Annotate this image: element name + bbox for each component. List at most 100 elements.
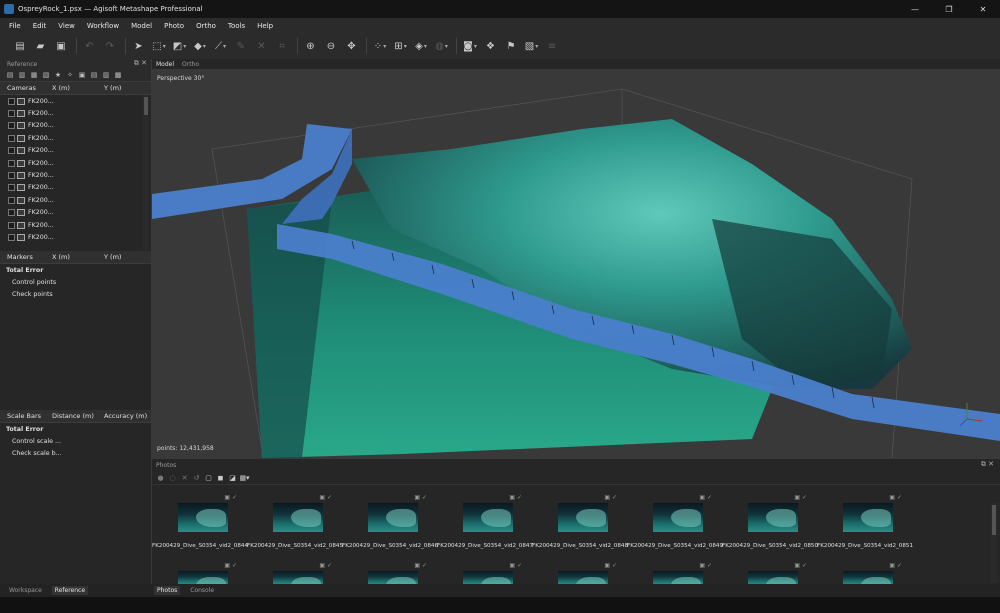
model-viewport[interactable]: Perspective 30° points: 12,431,958 (152, 69, 1000, 458)
tab-reference[interactable]: Reference (51, 586, 89, 595)
markers-column-header[interactable]: Markers (0, 253, 52, 261)
camera-checkbox[interactable] (8, 122, 15, 130)
table-row[interactable]: FK200... (0, 194, 151, 206)
scalebars-total-error[interactable]: Total Error (0, 423, 151, 435)
y-column-header[interactable]: Y (m) (104, 253, 144, 261)
scrollbar-thumb[interactable] (992, 505, 996, 535)
camera-checkbox[interactable] (8, 184, 15, 192)
menu-ortho[interactable]: Ortho (196, 22, 216, 30)
texture-icon[interactable]: ❖ (483, 38, 499, 54)
crop-icon[interactable]: ⌗ (274, 38, 290, 54)
camera-checkbox[interactable] (8, 97, 15, 105)
scrollbar-thumb[interactable] (144, 97, 148, 115)
open-icon[interactable]: ▰ (33, 38, 49, 54)
rotate-left-icon[interactable]: ↺ (192, 473, 201, 482)
cameras-scrollbar[interactable] (143, 95, 149, 251)
menu-photo[interactable]: Photo (164, 22, 184, 30)
camera-checkbox[interactable] (8, 172, 15, 180)
check-scalebars[interactable]: Check scale b... (0, 447, 151, 459)
view-mode-icon[interactable]: ▦▾ (239, 473, 249, 482)
table-row[interactable]: FK200... (0, 182, 151, 194)
close-button[interactable]: ✕ (966, 0, 1000, 18)
table-row[interactable]: FK200... (0, 169, 151, 181)
panel-float-close-icon[interactable]: ⧉ ✕ (134, 59, 147, 68)
image-icon[interactable]: ▧ (524, 38, 540, 54)
maximize-button[interactable]: ❐ (932, 0, 966, 18)
camera-checkbox[interactable] (8, 221, 15, 229)
distance-column-header[interactable]: Distance (m) (52, 412, 104, 420)
disable-icon[interactable]: ◌ (168, 473, 177, 482)
table-row[interactable]: FK200... (0, 219, 151, 231)
brush-icon[interactable]: ✎ (233, 38, 249, 54)
tab-workspace[interactable]: Workspace (6, 586, 45, 595)
table-row[interactable]: FK200... (0, 157, 151, 169)
markers-total-error[interactable]: Total Error (0, 264, 151, 276)
y-column-header[interactable]: Y (m) (104, 84, 144, 92)
table-row[interactable]: FK200... (0, 107, 151, 119)
camera-checkbox[interactable] (8, 134, 15, 142)
menu-workflow[interactable]: Workflow (87, 22, 119, 30)
accuracy-column-header[interactable]: Accuracy (m) (104, 412, 149, 420)
panel-float-close-icon[interactable]: ⧉ ✕ (981, 460, 994, 469)
masks-icon[interactable]: ◼ (216, 473, 225, 482)
tab-console[interactable]: Console (187, 586, 217, 595)
camera-checkbox[interactable] (8, 147, 15, 155)
table-icon[interactable]: ▦ (29, 71, 39, 80)
reset-icon[interactable]: ▢ (204, 473, 213, 482)
points-icon[interactable]: ⁘ (372, 38, 388, 54)
camera-checkbox[interactable] (8, 110, 15, 118)
new-icon[interactable]: ▤ (12, 38, 28, 54)
region-icon[interactable]: ◩ (172, 38, 188, 54)
view-errors-icon[interactable]: ▣ (77, 71, 87, 80)
tab-photos[interactable]: Photos (154, 586, 181, 595)
x-column-header[interactable]: X (m) (52, 84, 104, 92)
view-estimated-icon[interactable]: ▥ (101, 71, 111, 80)
control-scalebars[interactable]: Control scale ... (0, 435, 151, 447)
table-row[interactable]: FK200... (0, 207, 151, 219)
markers-control-points[interactable]: Control points (0, 276, 151, 288)
camera-icon[interactable]: ◙ (462, 38, 478, 54)
view-source-icon[interactable]: ▤ (89, 71, 99, 80)
menu-file[interactable]: File (9, 22, 21, 30)
camera-checkbox[interactable] (8, 209, 15, 217)
save-icon[interactable]: ▣ (53, 38, 69, 54)
menu-view[interactable]: View (58, 22, 75, 30)
x-column-header[interactable]: X (m) (52, 253, 104, 261)
camera-checkbox[interactable] (8, 159, 15, 167)
layers-icon[interactable]: ≡ (544, 38, 560, 54)
zoom-in-icon[interactable]: ⊕ (303, 38, 319, 54)
delete-icon[interactable]: ✕ (254, 38, 270, 54)
settings-icon[interactable]: ▩ (113, 71, 123, 80)
enable-icon[interactable]: ● (156, 473, 165, 482)
camera-checkbox[interactable] (8, 233, 15, 241)
flag-icon[interactable]: ⚑ (503, 38, 519, 54)
move-icon[interactable]: ✥ (344, 38, 360, 54)
table-row[interactable]: FK200... (0, 231, 151, 243)
menu-tools[interactable]: Tools (228, 22, 245, 30)
model-icon[interactable]: ◈ (413, 38, 429, 54)
cameras-column-header[interactable]: Cameras (0, 84, 52, 92)
ruler-icon[interactable]: ⟋ (213, 38, 229, 54)
tab-ortho[interactable]: Ortho (182, 61, 199, 68)
scalebars-column-header[interactable]: Scale Bars (0, 412, 52, 420)
tab-model[interactable]: Model (156, 61, 174, 68)
pointer-icon[interactable]: ➤ (131, 38, 147, 54)
menu-help[interactable]: Help (257, 22, 273, 30)
export-icon[interactable]: ▥ (17, 71, 27, 80)
filter-icon[interactable]: ◪ (228, 473, 237, 482)
markers-check-points[interactable]: Check points (0, 288, 151, 300)
redo-icon[interactable]: ↷ (102, 38, 118, 54)
table-row[interactable]: FK200... (0, 132, 151, 144)
globe-icon[interactable]: ◍ (434, 38, 450, 54)
table-row[interactable]: FK200... (0, 95, 151, 107)
remove-icon[interactable]: ✕ (180, 473, 189, 482)
shape-icon[interactable]: ◆ (192, 38, 208, 54)
convert-icon[interactable]: ▧ (41, 71, 51, 80)
import-icon[interactable]: ▤ (5, 71, 15, 80)
table-row[interactable]: FK200... (0, 145, 151, 157)
table-row[interactable]: FK200... (0, 120, 151, 132)
camera-checkbox[interactable] (8, 196, 15, 204)
photos-scrollbar[interactable] (991, 503, 997, 583)
zoom-out-icon[interactable]: ⊖ (323, 38, 339, 54)
grid-icon[interactable]: ⊞ (393, 38, 409, 54)
